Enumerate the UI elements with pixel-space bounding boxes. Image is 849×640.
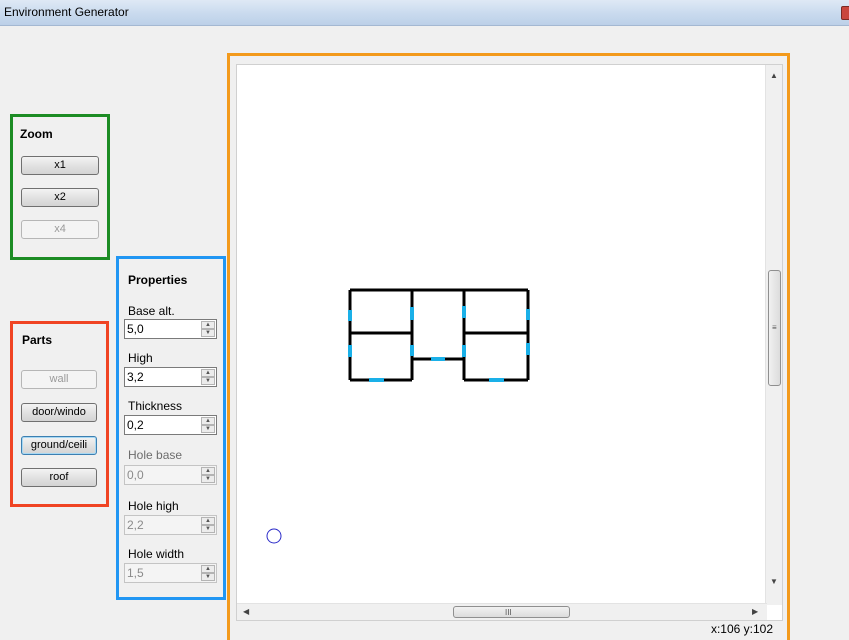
spin-up-icon[interactable]: ▲ — [201, 369, 215, 377]
hole-high-field[interactable]: ▲ ▼ — [124, 515, 217, 535]
ground-ceiling-button[interactable]: ground/ceili — [21, 436, 97, 455]
thickness-input[interactable] — [125, 416, 201, 434]
parts-group: Parts wall door/windo ground/ceili roof — [10, 321, 109, 507]
high-input[interactable] — [125, 368, 201, 386]
thickness-label: Thickness — [128, 399, 183, 413]
thickness-field[interactable]: ▲ ▼ — [124, 415, 217, 435]
horizontal-scroll-thumb[interactable]: III — [453, 606, 570, 618]
cursor-circle — [266, 528, 282, 544]
door-window-button[interactable]: door/windo — [21, 403, 97, 422]
spin-up-icon[interactable]: ▲ — [201, 467, 215, 475]
spin-down-icon[interactable]: ▼ — [201, 425, 215, 433]
vertical-scroll-thumb[interactable]: ≡ — [768, 270, 781, 386]
grip-icon: ≡ — [772, 323, 777, 332]
window-title: Environment Generator — [4, 5, 129, 19]
zoom-x4-button[interactable]: x4 — [21, 220, 99, 239]
hole-base-field[interactable]: ▲ ▼ — [124, 465, 217, 485]
spin-down-icon[interactable]: ▼ — [201, 475, 215, 483]
properties-group: Properties Base alt. ▲ ▼ High ▲ ▼ Thickn… — [116, 256, 226, 600]
spin-down-icon[interactable]: ▼ — [201, 573, 215, 581]
hole-width-label: Hole width — [128, 547, 185, 561]
canvas-group: ▲ ≡ ▼ ◀ III ▶ x:106 y:102 — [227, 53, 790, 640]
high-field[interactable]: ▲ ▼ — [124, 367, 217, 387]
base-alt-field[interactable]: ▲ ▼ — [124, 319, 217, 339]
walls — [348, 288, 530, 382]
zoom-title: Zoom — [20, 127, 53, 141]
grip-icon: III — [505, 608, 512, 617]
spin-up-icon[interactable]: ▲ — [201, 517, 215, 525]
spin-up-icon[interactable]: ▲ — [201, 565, 215, 573]
horizontal-scrollbar[interactable]: ◀ III ▶ — [237, 603, 767, 620]
floor-plan-drawing — [266, 288, 530, 544]
hole-width-input[interactable] — [125, 564, 201, 582]
properties-title: Properties — [128, 273, 188, 287]
hole-high-input[interactable] — [125, 516, 201, 534]
base-alt-input[interactable] — [125, 320, 201, 338]
scroll-down-icon[interactable]: ▼ — [770, 578, 778, 586]
vertical-scrollbar[interactable]: ▲ ≡ ▼ — [765, 65, 782, 605]
title-bar: Environment Generator — [0, 0, 849, 26]
hole-high-label: Hole high — [128, 499, 179, 513]
high-label: High — [128, 351, 153, 365]
floor-plan-canvas[interactable]: ▲ ≡ ▼ ◀ III ▶ — [236, 64, 783, 621]
close-icon[interactable] — [841, 6, 849, 20]
hole-base-label: Hole base — [128, 448, 183, 462]
zoom-group: Zoom x1 x2 x4 — [10, 114, 110, 260]
zoom-x1-button[interactable]: x1 — [21, 156, 99, 175]
scroll-left-icon[interactable]: ◀ — [243, 608, 249, 616]
spin-up-icon[interactable]: ▲ — [201, 321, 215, 329]
parts-title: Parts — [22, 333, 53, 347]
hole-base-input[interactable] — [125, 466, 201, 484]
spin-down-icon[interactable]: ▼ — [201, 525, 215, 533]
cursor-coordinates: x:106 y:102 — [710, 622, 773, 636]
openings — [348, 306, 530, 382]
hole-width-field[interactable]: ▲ ▼ — [124, 563, 217, 583]
base-alt-label: Base alt. — [128, 304, 175, 318]
scroll-right-icon[interactable]: ▶ — [752, 608, 758, 616]
spin-down-icon[interactable]: ▼ — [201, 377, 215, 385]
roof-button[interactable]: roof — [21, 468, 97, 487]
wall-button[interactable]: wall — [21, 370, 97, 389]
spin-down-icon[interactable]: ▼ — [201, 329, 215, 337]
spin-up-icon[interactable]: ▲ — [201, 417, 215, 425]
scroll-up-icon[interactable]: ▲ — [770, 72, 778, 80]
zoom-x2-button[interactable]: x2 — [21, 188, 99, 207]
